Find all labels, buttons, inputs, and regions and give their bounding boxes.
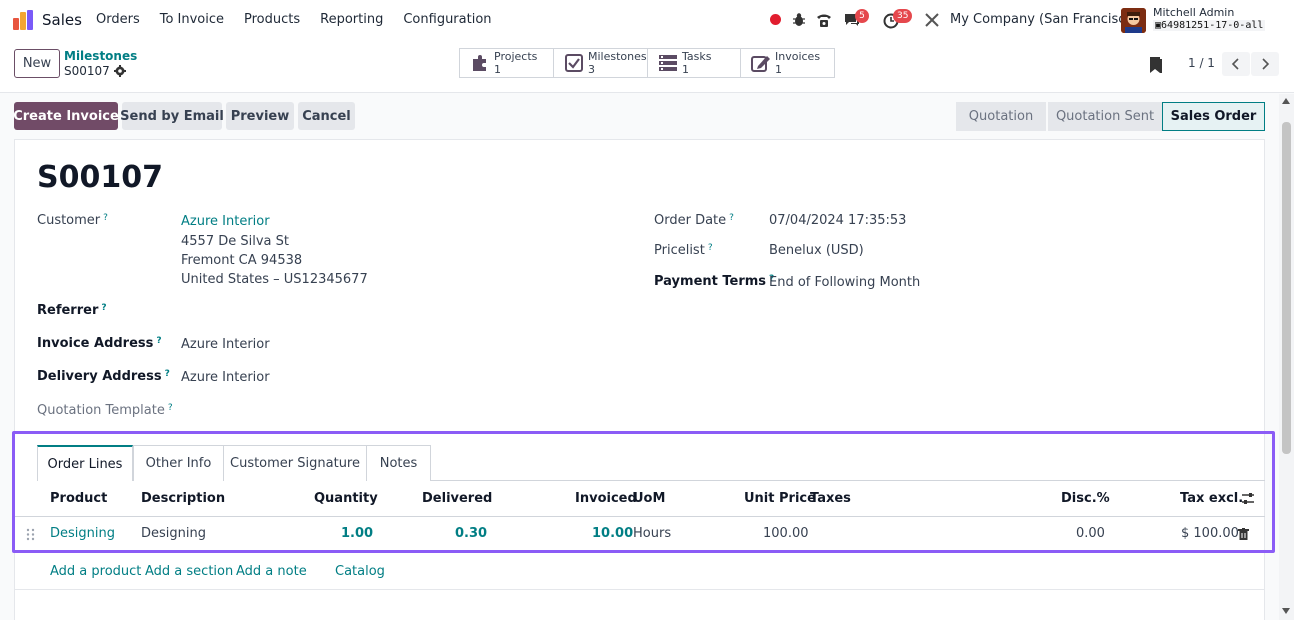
smart-buttons: Projects 1 Milestones 3 Tasks 1 Invoices… [459,48,835,78]
bookmark-icon[interactable] [1149,56,1163,74]
recording-dot-icon[interactable] [770,14,781,25]
pricelist-label: Pricelist? [654,243,713,258]
help-tooltip[interactable]: ? [156,336,161,346]
bug-icon[interactable] [790,11,808,29]
quotation-template-label: Quotation Template? [37,403,173,418]
order-date-field[interactable]: 07/04/2024 17:35:53 [769,213,906,228]
main-menu: Orders To Invoice Products Reporting Con… [96,12,512,27]
stage-sales-order[interactable]: Sales Order [1162,102,1265,131]
referrer-label: Referrer? [37,303,107,318]
milestones-smart-button[interactable]: Milestones 3 [554,49,648,77]
add-section-link[interactable]: Add a section [145,564,233,579]
help-tooltip[interactable]: ? [729,213,734,223]
create-invoice-button[interactable]: Create Invoice [13,102,119,130]
pager-next-button[interactable] [1251,52,1279,76]
user-name[interactable]: Mitchell Admin [1153,6,1234,19]
database-name-text: 64981251-17-0-all [1161,20,1264,31]
customer-address-line3: United States – US12345677 [181,272,368,287]
puzzle-icon [473,55,486,71]
activities-badge: 35 [893,9,913,23]
add-product-link[interactable]: Add a product [50,564,141,579]
smart-button-count: 1 [494,63,501,76]
scroll-down-icon[interactable] [1282,608,1290,614]
order-date-label-text: Order Date [654,213,727,228]
gear-icon[interactable] [114,65,126,77]
tasks-smart-button[interactable]: Tasks 1 [648,49,741,77]
menu-products[interactable]: Products [244,12,300,27]
app-name[interactable]: Sales [42,11,82,29]
pricelist-field[interactable]: Benelux (USD) [769,243,864,258]
delivery-address-field[interactable]: Azure Interior [181,370,270,385]
new-button[interactable]: New [14,49,60,78]
payment-terms-field[interactable]: End of Following Month [769,275,920,290]
help-tooltip[interactable]: ? [168,403,173,413]
company-switcher[interactable]: My Company (San Francisco) [950,12,1138,27]
customer-link[interactable]: Azure Interior [181,214,270,229]
breadcrumb-parent[interactable]: Milestones [64,49,137,63]
phone-icon[interactable] [815,11,833,29]
payment-terms-label-text: Payment Terms [654,274,767,289]
menu-to-invoice[interactable]: To Invoice [160,12,224,27]
invoice-address-label: Invoice Address? [37,336,162,351]
smart-button-count: 3 [588,63,595,76]
check-square-icon [565,54,583,72]
scroll-up-icon[interactable] [1282,98,1290,104]
customer-label: Customer? [37,213,108,228]
control-panel: New Milestones S00107 Projects 1 Milesto… [0,40,1294,93]
delivery-address-label-text: Delivery Address [37,369,162,384]
invoice-address-field[interactable]: Azure Interior [181,337,270,352]
scrollbar-thumb[interactable] [1282,122,1291,454]
preview-button[interactable]: Preview [226,102,294,130]
send-by-email-button[interactable]: Send by Email [120,102,224,130]
menu-configuration[interactable]: Configuration [403,12,491,27]
scrollbar[interactable] [1279,94,1294,620]
cancel-button[interactable]: Cancel [298,102,355,130]
menu-orders[interactable]: Orders [96,12,140,27]
invoices-smart-button[interactable]: Invoices 1 [741,49,834,77]
table-footer-divider [14,589,1265,590]
referrer-label-text: Referrer [37,303,99,318]
customer-address-line1: 4557 De Silva St [181,234,289,249]
help-tooltip[interactable]: ? [708,243,713,253]
pencil-square-icon [751,56,770,72]
chevron-right-icon [1262,58,1270,70]
customer-label-text: Customer [37,213,101,228]
order-date-label: Order Date? [654,213,734,228]
stage-quotation[interactable]: Quotation [956,102,1046,131]
status-bar: Quotation Quotation Sent Sales Order [956,102,1265,131]
top-navbar: Sales Orders To Invoice Products Reporti… [0,0,1294,40]
messages-badge: 5 [855,9,869,23]
help-tooltip[interactable]: ? [101,303,106,313]
pager-value[interactable]: 1 / 1 [1188,56,1215,70]
customer-address-line2: Fremont CA 94538 [181,253,303,268]
add-note-link[interactable]: Add a note [236,564,307,579]
breadcrumb-current: S00107 [64,64,110,78]
pricelist-label-text: Pricelist [654,243,705,258]
smart-button-label: Projects [494,50,538,63]
smart-button-label: Milestones [588,50,647,63]
catalog-link[interactable]: Catalog [335,564,385,579]
record-title: S00107 [37,160,163,195]
tools-icon[interactable] [923,11,941,29]
sales-app-icon[interactable] [12,9,34,31]
menu-reporting[interactable]: Reporting [320,12,383,27]
smart-button-label: Tasks [682,50,712,63]
help-tooltip[interactable]: ? [103,213,108,223]
smart-button-count: 1 [682,63,689,76]
stage-quotation-sent[interactable]: Quotation Sent [1048,102,1162,131]
projects-smart-button[interactable]: Projects 1 [460,49,554,77]
tasks-icon [659,55,677,71]
smart-button-label: Invoices [775,50,821,63]
invoice-address-label-text: Invoice Address [37,336,154,351]
highlight-box [12,431,1275,553]
user-avatar[interactable] [1121,8,1146,33]
database-name: ▣64981251-17-0-all [1153,20,1266,31]
delivery-address-label: Delivery Address? [37,369,170,384]
quotation-template-label-text: Quotation Template [37,403,165,418]
chevron-left-icon [1231,58,1239,70]
pager-previous-button[interactable] [1222,52,1250,76]
smart-button-count: 1 [775,63,782,76]
help-tooltip[interactable]: ? [165,369,170,379]
payment-terms-label: Payment Terms? [654,274,774,289]
